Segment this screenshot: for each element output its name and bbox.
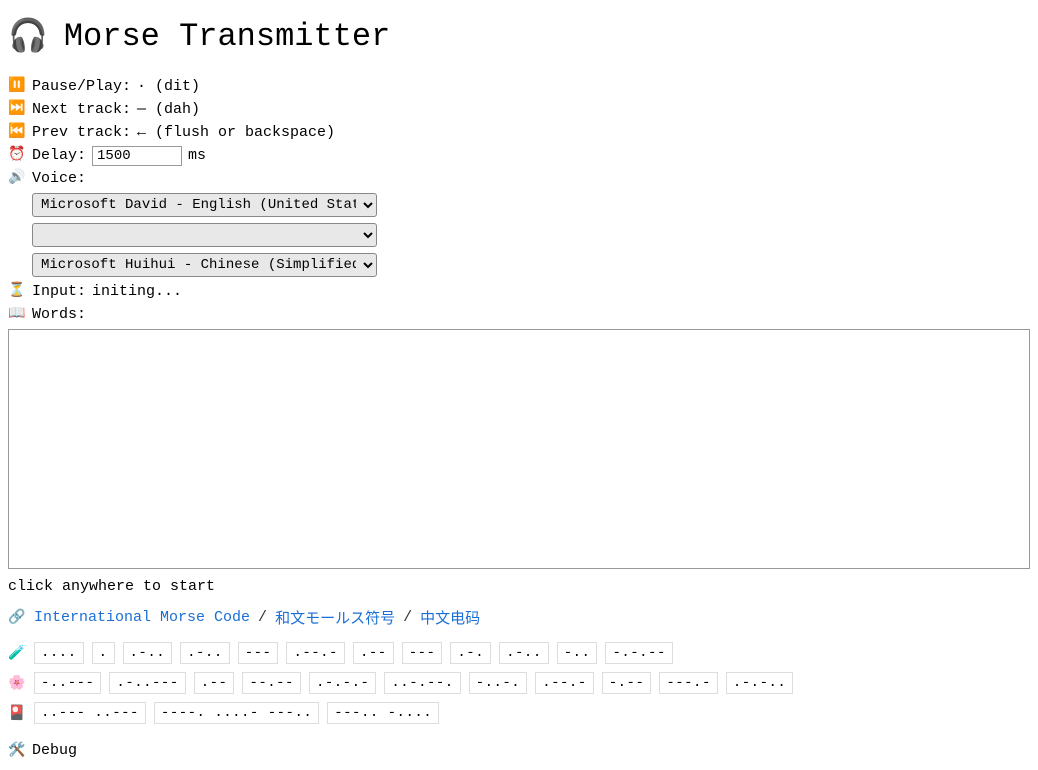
pause-icon: ⏸️ (8, 77, 26, 97)
morse-box[interactable]: .-..--- (109, 672, 185, 694)
morse-box[interactable]: .-.. (180, 642, 230, 664)
morse-box[interactable]: .-.-.- (309, 672, 376, 694)
morse-box[interactable]: ---.- (659, 672, 718, 694)
morse-row-english: 🧪 .... . .-.. .-.. --- .--.- .-- --- .-.… (8, 642, 1030, 664)
input-label: Input: (32, 281, 86, 302)
words-textarea[interactable] (8, 329, 1030, 569)
voice-select-2[interactable] (32, 223, 377, 247)
delay-label: Delay: (32, 145, 86, 166)
morse-row-chinese: 🎴 ..--- ..--- ----. ....- ---.. ---.. -.… (8, 702, 1030, 724)
cherry-blossom-icon: 🌸 (8, 675, 26, 692)
alarm-icon: ⏰ (8, 146, 26, 166)
input-row: ⏳ Input: initing... (8, 281, 1030, 302)
delay-input[interactable] (92, 146, 182, 166)
morse-box[interactable]: ..-.--. (384, 672, 460, 694)
morse-box[interactable]: -..--- (34, 672, 101, 694)
words-label: Words: (32, 304, 86, 325)
debug-row: 🛠️ Debug (8, 742, 1030, 759)
morse-box[interactable]: .-.-.. (726, 672, 793, 694)
test-tube-icon: 🧪 (8, 645, 26, 662)
next-track-icon: ⏭️ (8, 100, 26, 120)
voice-selects: Microsoft David - English (United States… (32, 191, 1030, 279)
morse-box[interactable]: -.-- (602, 672, 652, 694)
morse-box[interactable]: -.. (557, 642, 598, 664)
hourglass-icon: ⏳ (8, 282, 26, 302)
headphones-icon: 🎧 (8, 16, 48, 56)
next-track-value: — (dah) (137, 99, 200, 120)
morse-box[interactable]: .... (34, 642, 84, 664)
link-icon: 🔗 (8, 609, 26, 626)
start-hint: click anywhere to start (8, 578, 1030, 595)
prev-track-label: Prev track: (32, 122, 131, 143)
reference-links: 🔗 International Morse Code / 和文モールス符号 / … (8, 607, 1030, 628)
morse-box[interactable]: .-. (450, 642, 491, 664)
morse-box[interactable]: -..-. (469, 672, 528, 694)
morse-box[interactable]: .-- (194, 672, 235, 694)
next-track-label: Next track: (32, 99, 131, 120)
morse-box[interactable]: .--.- (535, 672, 594, 694)
voice-row: 🔊 Voice: (8, 168, 1030, 189)
link-sep-2: / (403, 609, 412, 626)
morse-row-japanese: 🌸 -..--- .-..--- .-- --.-- .-.-.- ..-.--… (8, 672, 1030, 694)
prev-track-icon: ⏮️ (8, 123, 26, 143)
pause-play-label: Pause/Play: (32, 76, 131, 97)
morse-box[interactable]: ---.. -.... (327, 702, 439, 724)
next-track-row: ⏭️ Next track: — (dah) (8, 99, 1030, 120)
morse-box[interactable]: . (92, 642, 115, 664)
morse-box[interactable]: ----. ....- ---.. (154, 702, 319, 724)
link-chinese-telegraph[interactable]: 中文电码 (420, 607, 480, 628)
speaker-icon: 🔊 (8, 169, 26, 189)
morse-box[interactable]: .-.. (499, 642, 549, 664)
delay-unit: ms (188, 145, 206, 166)
words-row: 📖 Words: (8, 304, 1030, 325)
prev-track-value: ← (flush or backspace) (137, 122, 335, 143)
morse-box[interactable]: ..--- ..--- (34, 702, 146, 724)
morse-box[interactable]: .-- (353, 642, 394, 664)
pause-play-value: · (dit) (137, 76, 200, 97)
voice-select-3[interactable]: Microsoft Huihui - Chinese (Simplified, (32, 253, 377, 277)
morse-box[interactable]: --- (402, 642, 443, 664)
voice-label: Voice: (32, 168, 86, 189)
delay-row: ⏰ Delay: ms (8, 145, 1030, 166)
debug-label[interactable]: Debug (32, 742, 77, 759)
page-title: 🎧 Morse Transmitter (8, 16, 1030, 56)
morse-box[interactable]: --- (238, 642, 279, 664)
prev-track-row: ⏮️ Prev track: ← (flush or backspace) (8, 122, 1030, 143)
morse-box[interactable]: .-.. (123, 642, 173, 664)
link-wabun-morse[interactable]: 和文モールス符号 (275, 607, 395, 628)
morse-box[interactable]: --.-- (242, 672, 301, 694)
pause-play-row: ⏸️ Pause/Play: · (dit) (8, 76, 1030, 97)
book-icon: 📖 (8, 305, 26, 325)
wrench-icon: 🛠️ (8, 742, 26, 759)
input-value: initing... (92, 281, 182, 302)
morse-box[interactable]: .--.- (286, 642, 345, 664)
link-sep-1: / (258, 609, 267, 626)
flower-card-icon: 🎴 (8, 705, 26, 722)
voice-select-1[interactable]: Microsoft David - English (United States… (32, 193, 377, 217)
link-international-morse[interactable]: International Morse Code (34, 609, 250, 626)
morse-box[interactable]: -.-.-- (605, 642, 672, 664)
title-text: Morse Transmitter (64, 18, 390, 55)
